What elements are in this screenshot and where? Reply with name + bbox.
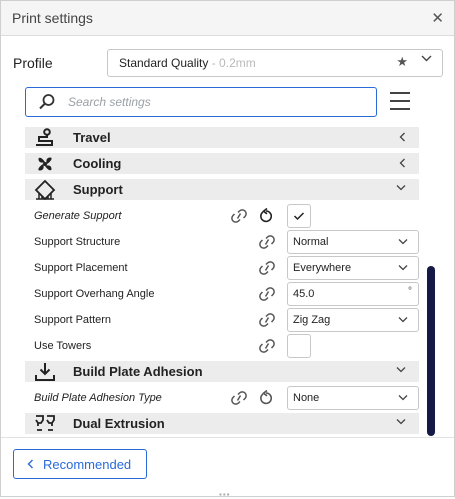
close-icon[interactable]: ✕ [431,9,444,27]
chevron-down-icon [421,55,432,62]
chevron-down-icon [398,395,408,401]
search-input[interactable]: Search settings [25,87,377,117]
fan-icon [38,157,52,171]
link-icon[interactable] [231,209,247,223]
setting-row-adhesion-type: Build Plate Adhesion Type None [25,385,419,411]
setting-label: Use Towers [34,340,92,352]
search-icon [39,94,55,110]
adhesion-type-select[interactable]: None [287,386,419,410]
category-label: Cooling [73,156,122,171]
resize-grip-icon[interactable]: ▪▪▪ [219,490,231,499]
chevron-down-icon [398,239,408,245]
link-icon[interactable] [259,261,275,275]
profile-select[interactable]: Standard Quality - 0.2mm ★ [107,49,443,77]
unit-label: ° [408,286,412,297]
search-placeholder: Search settings [68,95,151,109]
chevron-left-icon [399,132,405,142]
category-label: Build Plate Adhesion [73,364,203,379]
settings-list[interactable]: Travel Cooling Support Generate Support … [25,127,419,437]
category-label: Travel [73,130,111,145]
select-value: None [293,392,320,404]
use-towers-checkbox[interactable] [287,334,311,358]
scrollbar-thumb[interactable] [427,266,435,436]
profile-name: Standard Quality [119,56,209,70]
setting-label: Support Placement [34,262,128,274]
category-cooling[interactable]: Cooling [25,153,419,174]
settings-menu-icon[interactable] [390,92,412,110]
setting-row-support-placement: Support Placement Everywhere [25,255,419,281]
link-icon[interactable] [259,313,275,327]
link-icon[interactable] [231,391,247,405]
profile-label: Profile [13,55,53,71]
setting-label: Build Plate Adhesion Type [34,392,162,404]
dual-extrusion-icon [35,415,55,431]
check-icon [293,212,305,221]
chevron-left-icon [399,158,405,168]
setting-label: Support Pattern [34,314,112,326]
recommended-button[interactable]: Recommended [13,449,147,479]
category-travel[interactable]: Travel [25,127,419,148]
support-icon [34,180,56,200]
footer-divider [1,437,454,438]
setting-row-support-structure: Support Structure Normal [25,229,419,255]
chevron-down-icon [398,265,408,271]
panel-title: Print settings [12,10,93,26]
chevron-left-icon [27,459,33,469]
adhesion-icon [35,363,55,381]
star-icon[interactable]: ★ [396,54,408,70]
category-support[interactable]: Support [25,179,419,200]
chevron-down-icon [396,185,406,191]
link-icon[interactable] [259,339,275,353]
setting-row-overhang-angle: Support Overhang Angle 45.0 ° [25,281,419,307]
setting-row-generate-support: Generate Support [25,203,419,229]
support-placement-select[interactable]: Everywhere [287,256,419,280]
support-structure-select[interactable]: Normal [287,230,419,254]
setting-row-support-pattern: Support Pattern Zig Zag [25,307,419,333]
setting-label: Support Overhang Angle [34,288,155,300]
chevron-down-icon [396,419,406,425]
print-settings-panel: Print settings ✕ Profile Standard Qualit… [0,0,455,499]
setting-label: Generate Support [34,210,122,222]
setting-label: Support Structure [34,236,121,248]
overhang-angle-input[interactable]: 45.0 ° [287,282,419,306]
input-value: 45.0 [293,288,315,300]
link-icon[interactable] [259,287,275,301]
travel-icon [36,128,53,146]
generate-support-checkbox[interactable] [287,204,311,228]
select-value: Zig Zag [293,314,331,326]
link-icon[interactable] [259,235,275,249]
category-build-plate-adhesion[interactable]: Build Plate Adhesion [25,361,419,382]
reset-icon[interactable] [259,208,273,223]
title-bar: Print settings ✕ [1,1,454,36]
reset-icon[interactable] [259,390,273,405]
select-value: Normal [293,236,329,248]
support-pattern-select[interactable]: Zig Zag [287,308,419,332]
chevron-down-icon [398,317,408,323]
category-label: Dual Extrusion [73,416,165,431]
recommended-label: Recommended [43,457,132,472]
select-value: Everywhere [293,262,352,274]
setting-row-use-towers: Use Towers [25,333,419,359]
profile-layer-height: - 0.2mm [208,56,256,70]
category-dual-extrusion[interactable]: Dual Extrusion [25,413,419,434]
category-label: Support [73,182,123,197]
chevron-down-icon [396,367,406,373]
